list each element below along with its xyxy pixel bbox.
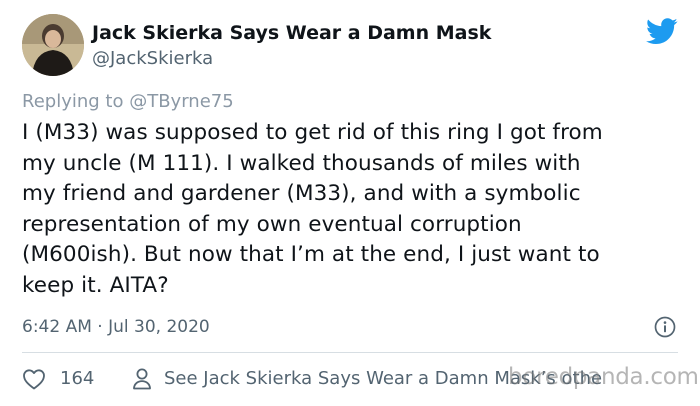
- tweet-text-line: my friend and gardener (M33), and with a…: [22, 181, 581, 206]
- like-count[interactable]: 164: [60, 367, 94, 391]
- twitter-bird-icon[interactable]: [646, 18, 678, 45]
- heart-icon[interactable]: [22, 368, 46, 390]
- avatar[interactable]: [22, 14, 84, 76]
- reply-context: Replying to @TByrne75: [22, 90, 234, 114]
- tweet-text-line: my uncle (M 111). I walked thousands of …: [22, 150, 581, 176]
- divider: [22, 352, 678, 353]
- display-name[interactable]: Jack Skierka Says Wear a Damn Mask: [92, 21, 491, 45]
- timestamp-link[interactable]: 6:42 AM · Jul 30, 2020: [22, 316, 210, 338]
- tweet-card: Jack Skierka Says Wear a Damn Mask @Jack…: [0, 0, 700, 406]
- info-icon[interactable]: [654, 316, 676, 338]
- tweet-text-line: representation of my own eventual corrup…: [22, 211, 522, 237]
- tweet-text-line: I (M33) was supposed to get rid of this …: [22, 120, 603, 145]
- tweet-text: I (M33) was supposed to get rid of this …: [22, 118, 684, 301]
- tweet-text-line: keep it. AITA?: [22, 272, 169, 298]
- person-icon: [133, 368, 151, 390]
- tweet-text-line: (M600ish). But now that I’m at the end, …: [22, 242, 600, 267]
- reply-prefix: Replying to: [22, 91, 130, 112]
- user-handle[interactable]: @JackSkierka: [92, 47, 213, 71]
- watermark: boredpanda.com: [508, 364, 699, 390]
- reply-mention-link[interactable]: @TByrne75: [129, 91, 233, 112]
